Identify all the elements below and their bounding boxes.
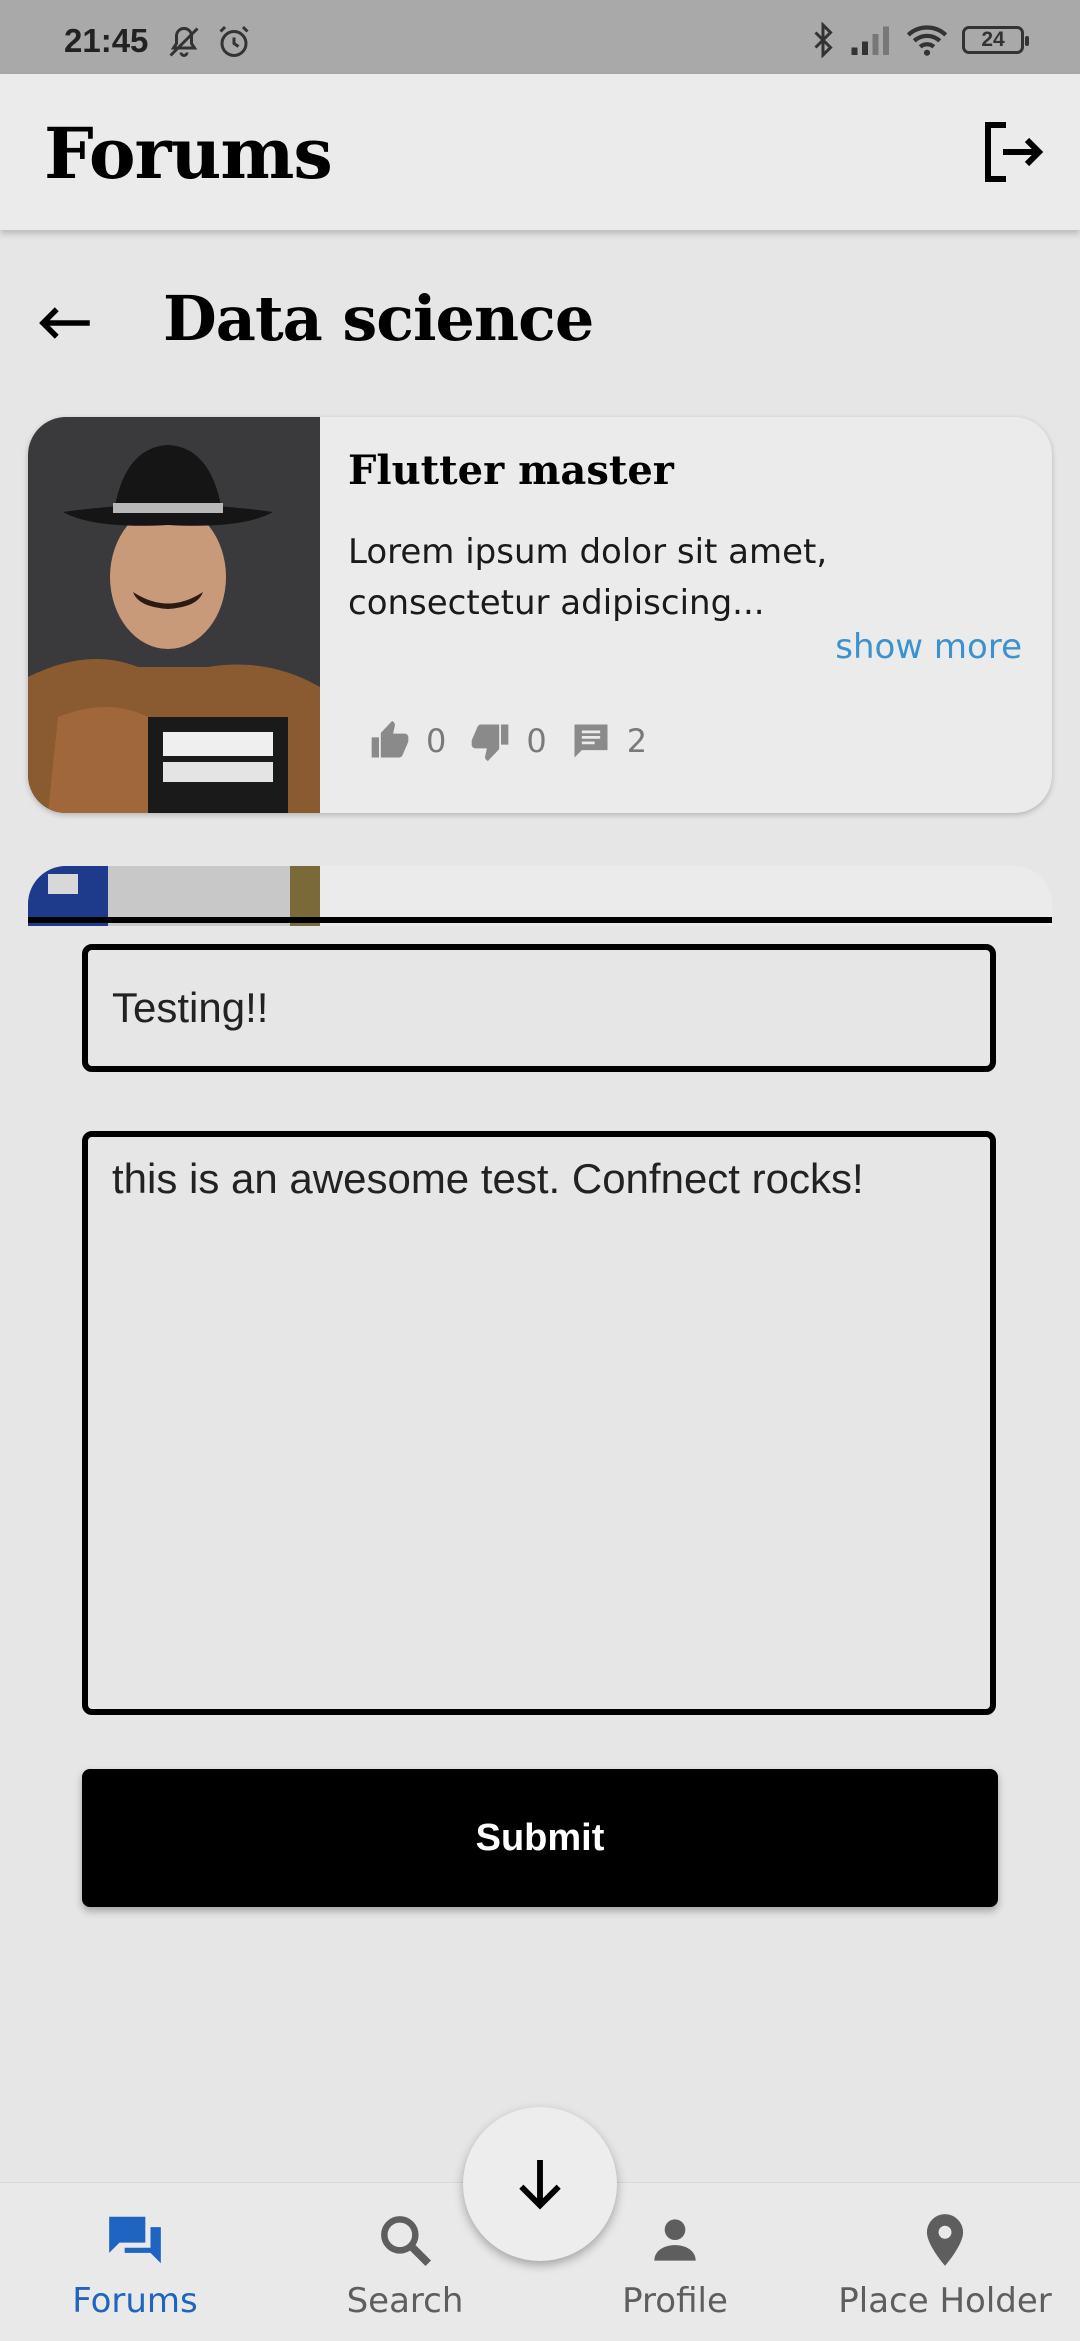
submit-button[interactable]: Submit [82,1769,998,1907]
battery-icon: 24 [962,26,1029,54]
comment-icon[interactable] [569,719,613,763]
app-bar: Forums [0,74,1080,230]
page-title: Data science [163,282,594,355]
nav-item-forums[interactable]: Forums [0,2209,270,2321]
wifi-icon [906,25,948,56]
logout-button[interactable] [976,116,1048,188]
logout-icon [985,122,1044,182]
arrow-down-icon [519,2160,561,2210]
dislikes-count: 0 [526,722,547,760]
nav-label-forums: Forums [72,2281,198,2321]
scroll-down-fab[interactable] [463,2107,617,2261]
app-title: Forums [44,112,333,195]
battery-level: 24 [981,28,1005,51]
post-author-photo [28,417,320,813]
bluetooth-icon [814,22,833,58]
status-right-icons: 24 [810,22,1029,58]
forum-icon [109,2216,161,2264]
likes-count: 0 [426,722,447,760]
nav-label-place-holder: Place Holder [838,2281,1052,2321]
post-title-input[interactable]: Testing!! [82,944,996,1072]
form-divider [28,917,1052,923]
back-arrow-icon [39,307,90,339]
mute-bell-icon [169,26,199,57]
alarm-icon [219,25,249,57]
status-left-icons [166,24,252,60]
post-excerpt: Lorem ipsum dolor sit amet, consectetur … [348,532,828,623]
show-more-link[interactable]: show more [835,627,1022,667]
thumb-up-icon[interactable] [368,719,412,763]
person-icon [654,2219,696,2261]
comments-count: 2 [626,722,648,760]
nav-label-search: Search [346,2281,464,2321]
status-time: 21:45 [64,22,149,59]
signal-icon [851,26,889,55]
nav-label-profile: Profile [622,2281,728,2321]
back-button[interactable] [32,290,98,356]
location-pin-icon [926,2214,964,2266]
post-card[interactable]: Flutter master Lorem ipsum dolor sit ame… [28,417,1052,813]
thumb-down-icon[interactable] [468,719,512,763]
post-body-textarea[interactable]: this is an awesome test. Confnect rocks! [82,1131,996,1715]
post-title: Flutter master [348,447,674,494]
search-icon [381,2216,431,2266]
status-bar: 21:45 24 [0,0,1080,74]
post-stats: 0 0 2 [368,719,669,763]
nav-item-place-holder[interactable]: Place Holder [810,2209,1080,2321]
